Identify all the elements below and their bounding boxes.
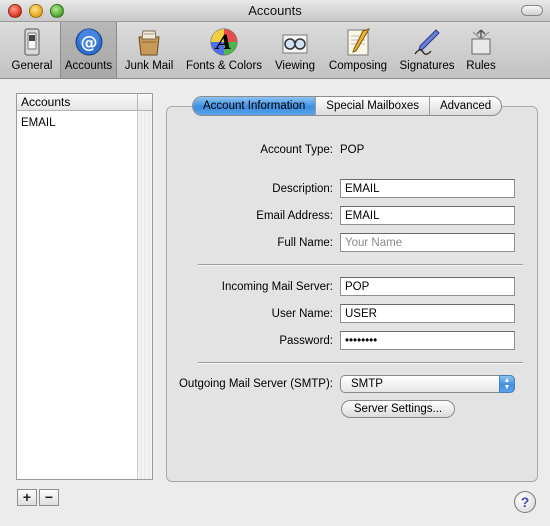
toolbar-label: Composing (328, 60, 388, 72)
add-account-button[interactable]: + (17, 489, 37, 506)
email-address-label: Email Address: (256, 210, 333, 222)
chevron-updown-icon: ▲ ▼ (499, 375, 515, 393)
svg-text:@: @ (80, 33, 97, 53)
rules-icon (471, 29, 491, 55)
accounts-list: Accounts EMAIL (16, 93, 153, 480)
password-label: Password: (279, 335, 333, 347)
email-address-field[interactable] (340, 206, 515, 225)
description-field[interactable] (340, 179, 515, 198)
toolbar-general[interactable]: General (8, 22, 56, 78)
separator (198, 264, 523, 265)
list-header-corner (137, 94, 152, 111)
toolbar-toggle-button[interactable] (521, 5, 543, 16)
toolbar-accounts[interactable]: @ Accounts (60, 22, 117, 78)
toolbar-label: Viewing (274, 60, 316, 72)
signature-pen-icon (414, 29, 440, 55)
separator (198, 362, 523, 363)
window-title: Accounts (248, 3, 302, 18)
full-name-field[interactable] (340, 233, 515, 252)
switch-icon (24, 28, 40, 56)
toolbar-composing[interactable]: Composing (324, 22, 392, 78)
fonts-colors-icon: A (210, 28, 238, 56)
junk-mail-icon (138, 30, 160, 56)
account-list-item[interactable]: EMAIL (17, 114, 137, 132)
toolbar-label: General (11, 60, 53, 72)
description-label: Description: (272, 183, 333, 195)
full-name-label: Full Name: (277, 237, 333, 249)
incoming-server-label: Incoming Mail Server: (221, 281, 333, 293)
toolbar-label: Junk Mail (124, 60, 174, 72)
toolbar-viewing[interactable]: Viewing (271, 22, 319, 78)
help-button[interactable]: ? (514, 491, 536, 513)
password-field[interactable] (340, 331, 515, 350)
accounts-list-scrollbar[interactable] (137, 111, 152, 479)
viewing-glasses-icon (282, 34, 308, 54)
toolbar-signatures[interactable]: Signatures (396, 22, 458, 78)
account-type-value: POP (340, 144, 365, 156)
toolbar-junk-mail[interactable]: Junk Mail (120, 22, 178, 78)
outgoing-server-value: SMTP (351, 378, 383, 390)
accounts-list-header[interactable]: Accounts (17, 94, 137, 111)
account-type-label: Account Type: (260, 144, 333, 156)
outgoing-server-label: Outgoing Mail Server (SMTP): (178, 378, 333, 390)
tab-special-mailboxes[interactable]: Special Mailboxes (316, 97, 430, 115)
user-name-field[interactable] (340, 304, 515, 323)
toolbar-rules[interactable]: Rules (462, 22, 500, 78)
tab-account-information[interactable]: Account Information (193, 97, 317, 115)
toolbar-label: Signatures (399, 60, 455, 72)
toolbar-label: Accounts (64, 60, 113, 72)
outgoing-server-select[interactable]: SMTP ▲ ▼ (340, 375, 515, 393)
at-sign-icon: @ (75, 28, 102, 56)
remove-account-button[interactable]: − (39, 489, 59, 506)
user-name-label: User Name: (271, 308, 333, 320)
incoming-server-field[interactable] (340, 277, 515, 296)
preferences-toolbar: General @ Accounts Junk Mail A Fonts & C… (0, 22, 550, 79)
toolbar-label: Rules (466, 60, 496, 72)
svg-text:A: A (214, 30, 232, 54)
account-tabs: Account Information Special Mailboxes Ad… (192, 96, 503, 116)
toolbar-label: Fonts & Colors (185, 60, 263, 72)
tab-advanced[interactable]: Advanced (430, 97, 501, 115)
title-bar: Accounts (0, 0, 550, 22)
toolbar-fonts-colors[interactable]: A Fonts & Colors (181, 22, 267, 78)
composing-pencil-icon (347, 28, 371, 56)
server-settings-button[interactable]: Server Settings... (341, 400, 455, 418)
